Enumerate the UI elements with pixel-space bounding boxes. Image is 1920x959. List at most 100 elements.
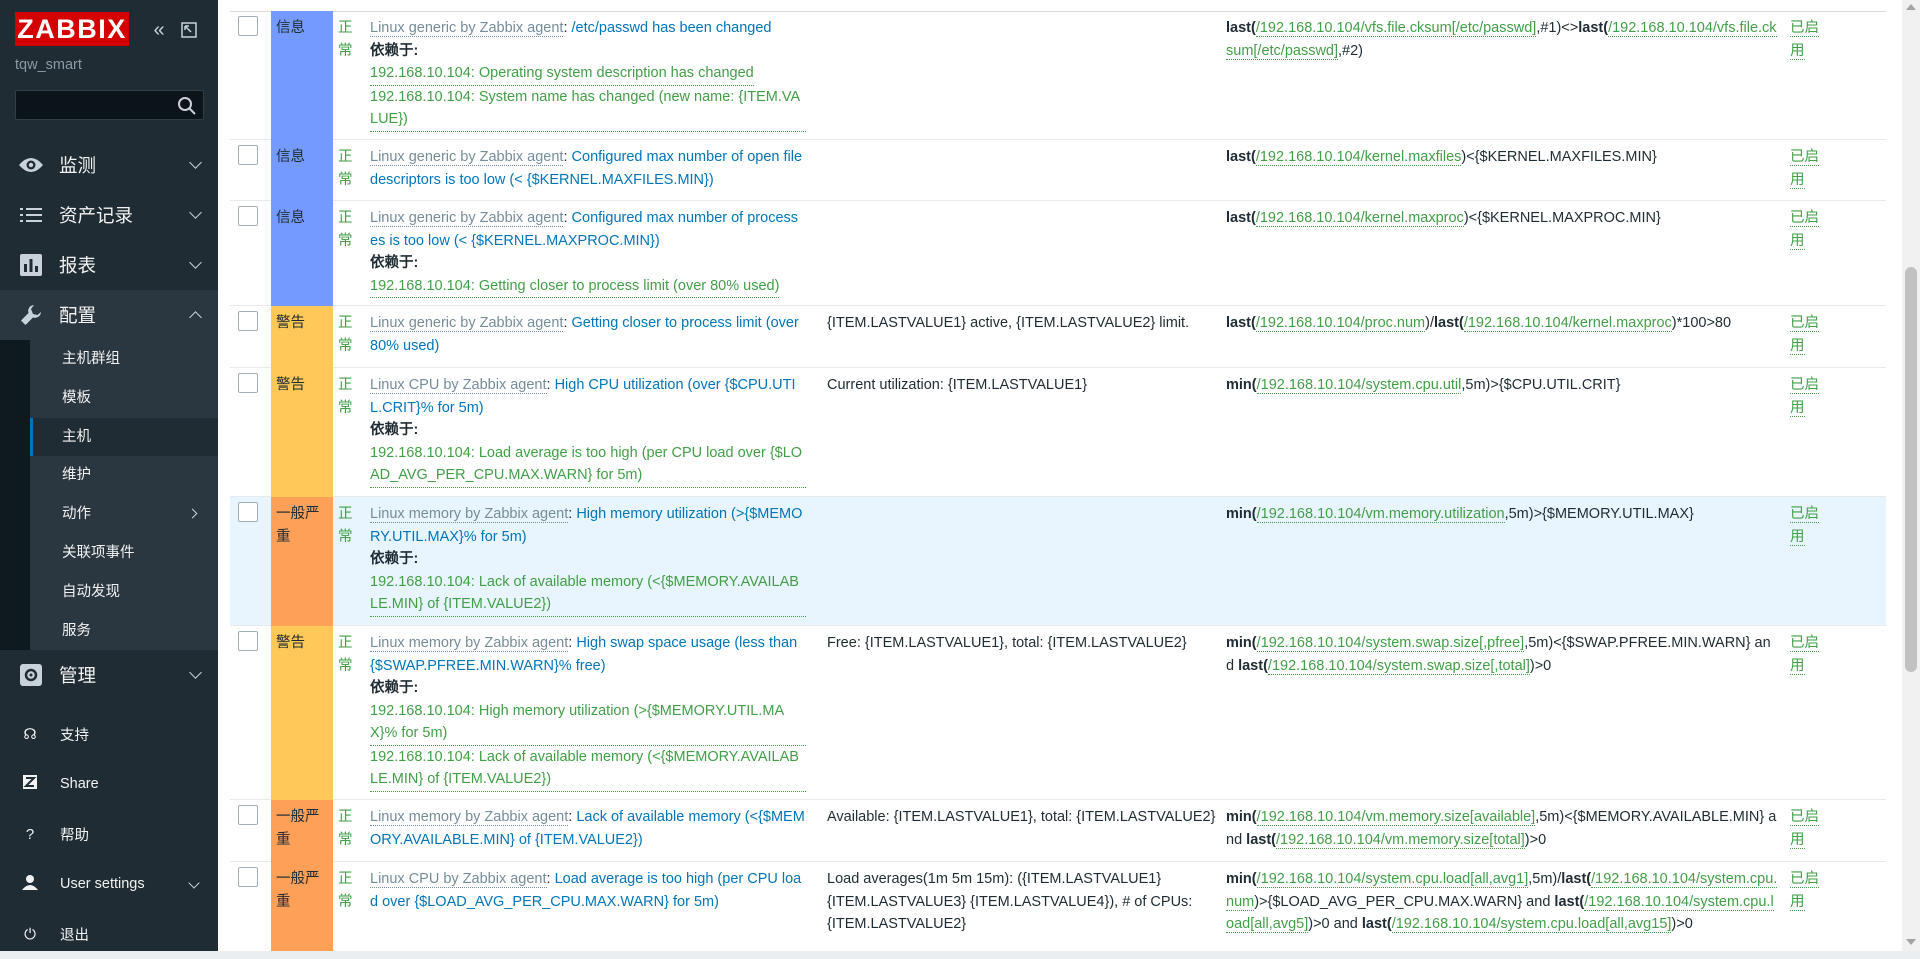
menu-label: 配置 bbox=[59, 305, 97, 326]
sidebar-search-input[interactable] bbox=[15, 90, 204, 120]
expression-item-link[interactable]: /192.168.10.104/vm.memory.size[total] bbox=[1276, 831, 1525, 849]
status-enabled-link[interactable]: 已启用 bbox=[1790, 146, 1826, 191]
submenu-actions[interactable]: 动作 bbox=[30, 495, 218, 534]
row-checkbox[interactable] bbox=[238, 311, 258, 331]
expression-function: last( bbox=[1246, 831, 1276, 848]
menu-user-settings[interactable]: User settings bbox=[0, 859, 218, 909]
row-checkbox[interactable] bbox=[238, 145, 258, 165]
menu-support[interactable]: ☊ 支持 bbox=[0, 709, 218, 759]
separator: : bbox=[563, 20, 572, 36]
table-row: 信息 正常 Linux generic by Zabbix agent: /etc/… bbox=[230, 11, 1886, 140]
expression-item-link[interactable]: /192.168.10.104/system.cpu.load[all,avg1… bbox=[1256, 871, 1529, 888]
submenu-event-correlation[interactable]: 关联项事件 bbox=[30, 533, 218, 573]
status-enabled-link[interactable]: 已启用 bbox=[1790, 806, 1826, 851]
expression-item-link[interactable]: /192.168.10.104/vm.memory.size[available… bbox=[1256, 809, 1536, 826]
template-link[interactable]: Linux CPU by Zabbix agent bbox=[370, 377, 547, 394]
row-checkbox[interactable] bbox=[238, 16, 258, 36]
expression-function: last( bbox=[1361, 916, 1392, 932]
submenu-templates[interactable]: 模板 bbox=[30, 378, 218, 418]
expression-item-link[interactable]: /192.168.10.104/kernel.maxproc bbox=[1255, 210, 1464, 227]
submenu-host-groups[interactable]: 主机群组 bbox=[30, 340, 218, 379]
headset-icon: ☊ bbox=[23, 726, 37, 743]
enabled-label: 已启用 bbox=[1790, 871, 1819, 911]
dependency-link[interactable]: 192.168.10.104: Getting closer to proces… bbox=[370, 275, 780, 298]
template-link[interactable]: Linux memory by Zabbix agent bbox=[370, 635, 569, 652]
severity-cell: 信息 bbox=[271, 201, 333, 306]
row-checkbox[interactable] bbox=[238, 206, 258, 226]
submenu-hosts[interactable]: 主机 bbox=[30, 417, 218, 457]
status-enabled-link[interactable]: 已启用 bbox=[1790, 312, 1826, 357]
trigger-name-cell: Linux generic by Zabbix agent: Configure… bbox=[370, 146, 806, 191]
row-checkbox[interactable] bbox=[238, 867, 258, 887]
enabled-label: 已启用 bbox=[1790, 809, 1819, 849]
menu-reports[interactable]: 报表 bbox=[0, 240, 218, 290]
expression-function: last( bbox=[1226, 315, 1256, 331]
status-enabled-link[interactable]: 已启用 bbox=[1790, 207, 1826, 252]
status-enabled-link[interactable]: 已启用 bbox=[1790, 17, 1826, 62]
expression-function: min( bbox=[1226, 871, 1257, 887]
page-scrollbar[interactable] bbox=[1902, 0, 1920, 951]
separator: : bbox=[563, 149, 572, 165]
chevron-down-icon bbox=[188, 877, 200, 889]
menu-sign-out[interactable]: ⏻ 退出 bbox=[0, 909, 218, 959]
expression-item-link[interactable]: /192.168.10.104/proc.num bbox=[1255, 315, 1426, 332]
kiosk-mode-icon[interactable] bbox=[178, 19, 200, 41]
template-link[interactable]: Linux generic by Zabbix agent bbox=[370, 149, 564, 166]
menu-inventory[interactable]: 资产记录 bbox=[0, 190, 218, 240]
expression-item-link[interactable]: /192.168.10.104/kernel.maxfiles bbox=[1255, 149, 1462, 166]
expression-function: last( bbox=[1226, 210, 1256, 226]
submenu-discovery[interactable]: 自动发现 bbox=[30, 572, 218, 612]
submenu-services[interactable]: 服务 bbox=[30, 611, 218, 651]
row-checkbox[interactable] bbox=[238, 805, 258, 825]
collapse-sidebar-icon[interactable]: « bbox=[148, 19, 170, 41]
dependency-link[interactable]: 192.168.10.104: System name has changed … bbox=[370, 86, 806, 132]
depends-on-label: 依赖于: bbox=[370, 422, 419, 438]
dependency-link[interactable]: 192.168.10.104: High memory utilization … bbox=[370, 700, 806, 746]
dependency-link[interactable]: 192.168.10.104: Load average is too high… bbox=[370, 442, 806, 488]
menu-monitoring[interactable]: 监测 bbox=[0, 140, 218, 190]
enabled-label: 已启用 bbox=[1790, 20, 1819, 60]
zabbix-logo[interactable]: ZABBIX bbox=[15, 12, 129, 46]
power-icon: ⏻ bbox=[24, 925, 36, 943]
scroll-up-arrow[interactable] bbox=[1906, 4, 1916, 10]
template-link[interactable]: Linux generic by Zabbix agent bbox=[370, 210, 564, 227]
dependency-link[interactable]: 192.168.10.104: Lack of available memory… bbox=[370, 746, 806, 792]
template-link[interactable]: Linux memory by Zabbix agent bbox=[370, 506, 569, 523]
template-link[interactable]: Linux memory by Zabbix agent bbox=[370, 809, 569, 826]
template-link[interactable]: Linux generic by Zabbix agent bbox=[370, 20, 564, 37]
dependency-link[interactable]: 192.168.10.104: Operating system descrip… bbox=[370, 62, 754, 86]
menu-administration[interactable]: 管理 bbox=[0, 650, 218, 700]
status-enabled-link[interactable]: 已启用 bbox=[1790, 374, 1826, 419]
submenu-maintenance[interactable]: 维护 bbox=[30, 456, 218, 496]
status-enabled-link[interactable]: 已启用 bbox=[1790, 503, 1826, 548]
status-ok: 正常 bbox=[338, 149, 353, 188]
operational-data: {ITEM.LASTVALUE1} active, {ITEM.LASTVALU… bbox=[827, 315, 1190, 331]
expression-item-link[interactable]: /192.168.10.104/vm.memory.utilization bbox=[1256, 506, 1505, 523]
menu-help[interactable]: ? 帮助 bbox=[0, 809, 218, 859]
expression-item-link[interactable]: /192.168.10.104/system.cpu.util bbox=[1256, 377, 1462, 394]
row-checkbox[interactable] bbox=[238, 373, 258, 393]
menu-share[interactable]: Share bbox=[0, 759, 218, 809]
menu-configuration[interactable]: 配置 bbox=[0, 290, 218, 340]
menu-label: User settings bbox=[60, 876, 145, 892]
dependency-link[interactable]: 192.168.10.104: Lack of available memory… bbox=[370, 571, 806, 617]
search-icon[interactable] bbox=[177, 96, 197, 116]
row-checkbox[interactable] bbox=[238, 502, 258, 522]
status-enabled-link[interactable]: 已启用 bbox=[1790, 632, 1826, 677]
template-link[interactable]: Linux CPU by Zabbix agent bbox=[370, 871, 547, 888]
expression-item-link[interactable]: /192.168.10.104/vfs.file.cksum[/etc/pass… bbox=[1255, 20, 1537, 37]
scrollbar-thumb[interactable] bbox=[1905, 267, 1917, 672]
expression-item-link[interactable]: /192.168.10.104/kernel.maxproc bbox=[1463, 315, 1672, 332]
row-checkbox[interactable] bbox=[238, 631, 258, 651]
table-row: 一般严重 正常 Linux CPU by Zabbix agent: Load av… bbox=[230, 862, 1886, 951]
status-ok: 正常 bbox=[338, 315, 353, 354]
expression-item-link[interactable]: /192.168.10.104/system.swap.size[,pfree] bbox=[1256, 635, 1525, 652]
trigger-name-cell: Linux CPU by Zabbix agent: High CPU util… bbox=[370, 374, 806, 488]
scroll-down-arrow[interactable] bbox=[1906, 939, 1916, 945]
status-enabled-link[interactable]: 已启用 bbox=[1790, 868, 1826, 913]
template-link[interactable]: Linux generic by Zabbix agent bbox=[370, 315, 564, 332]
enabled-label: 已启用 bbox=[1790, 315, 1819, 355]
expression-item-link[interactable]: /192.168.10.104/system.cpu.load[all,avg1… bbox=[1391, 916, 1672, 933]
expression-item-link[interactable]: /192.168.10.104/system.swap.size[,total] bbox=[1267, 657, 1530, 675]
trigger-name-link[interactable]: /etc/passwd has been changed bbox=[572, 20, 772, 36]
